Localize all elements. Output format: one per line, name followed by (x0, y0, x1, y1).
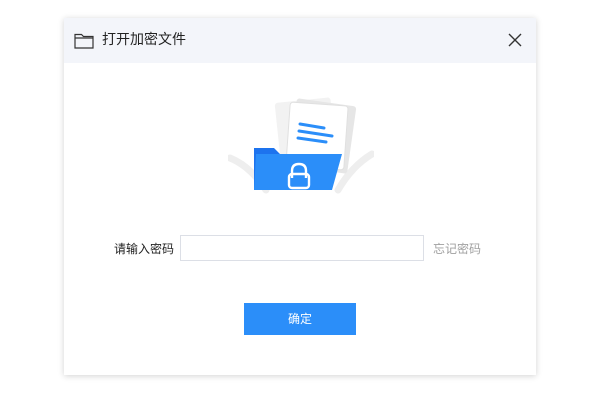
encrypted-folder-icon (228, 97, 374, 194)
encrypted-file-dialog: 打开加密文件 请输入密码 忘记密码 确定 (64, 18, 536, 375)
confirm-button[interactable]: 确定 (244, 303, 356, 335)
folder-outline-icon (74, 33, 94, 49)
dialog-titlebar: 打开加密文件 (64, 18, 536, 63)
close-icon[interactable] (506, 31, 524, 49)
password-label: 请输入密码 (113, 242, 174, 256)
forgot-password-link[interactable]: 忘记密码 (433, 236, 481, 262)
password-input[interactable] (180, 235, 424, 261)
dialog-title: 打开加密文件 (102, 32, 186, 48)
